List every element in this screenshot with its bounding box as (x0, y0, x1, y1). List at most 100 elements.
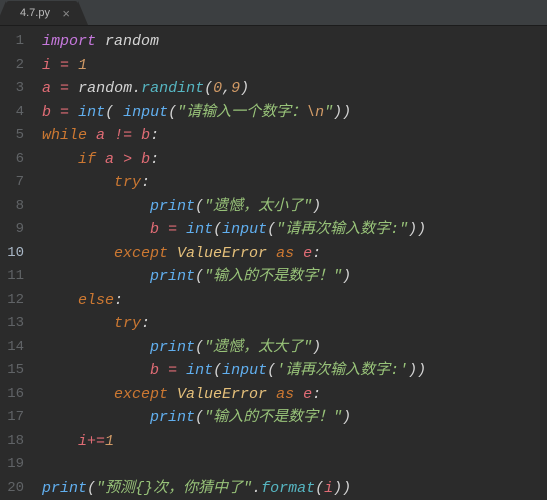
token-str: " (324, 104, 333, 121)
token-pun: : (150, 127, 159, 144)
token-pun: ( (195, 409, 204, 426)
token-str: '请再次输入数字:' (276, 362, 408, 379)
token-pun (42, 198, 150, 215)
token-opr: = (168, 362, 177, 379)
code-line[interactable]: b = int(input('请再次输入数字:')) (42, 359, 539, 383)
token-pun (42, 174, 114, 191)
token-pun: ) (240, 80, 249, 97)
token-pun (267, 245, 276, 262)
token-func: print (150, 198, 195, 215)
token-pun (42, 362, 150, 379)
code-line[interactable]: try: (42, 171, 539, 195)
code-line[interactable]: import random (42, 30, 539, 54)
token-pun (87, 127, 96, 144)
token-opr: > (123, 151, 132, 168)
code-line[interactable]: except ValueError as e: (42, 242, 539, 266)
token-var: b (150, 362, 159, 379)
token-var: a (42, 80, 51, 97)
code-line[interactable]: else: (42, 289, 539, 313)
token-pun (42, 409, 150, 426)
token-pun (42, 433, 78, 450)
token-num: 9 (231, 80, 240, 97)
token-str: "输入的不是数字！" (204, 409, 342, 426)
token-pun: : (141, 174, 150, 191)
token-str: "输入的不是数字！" (204, 268, 342, 285)
token-pun: . (252, 480, 261, 497)
code-line[interactable]: i = 1 (42, 54, 539, 78)
token-pun: ( (267, 221, 276, 238)
close-icon[interactable]: × (62, 6, 70, 21)
token-pun (96, 151, 105, 168)
file-tab[interactable]: 4.7.py × (6, 1, 78, 25)
token-func: print (150, 339, 195, 356)
token-kw: except (114, 245, 168, 262)
tab-bar: 4.7.py × (0, 0, 547, 26)
token-func: input (222, 362, 267, 379)
token-pun: )) (408, 221, 426, 238)
token-kwr: import (42, 33, 96, 50)
line-number: 11 (6, 265, 24, 289)
token-pun (159, 221, 168, 238)
code-line[interactable]: print("输入的不是数字！") (42, 406, 539, 430)
token-kw: as (276, 245, 294, 262)
token-kw: try (114, 174, 141, 191)
code-line[interactable]: try: (42, 312, 539, 336)
code-line[interactable]: print("遗憾，太大了") (42, 336, 539, 360)
token-pun (177, 362, 186, 379)
token-func: input (123, 104, 168, 121)
token-pun (294, 386, 303, 403)
code-line[interactable]: print("遗憾，太小了") (42, 195, 539, 219)
line-number: 10 (6, 242, 24, 266)
token-pun: ) (342, 268, 351, 285)
token-num: 1 (105, 433, 114, 450)
token-num: 1 (78, 57, 87, 74)
code-line[interactable]: i+=1 (42, 430, 539, 454)
token-pun (114, 151, 123, 168)
token-str: "遗憾，太大了" (204, 339, 312, 356)
code-line[interactable]: if a > b: (42, 148, 539, 172)
token-pun: ) (342, 409, 351, 426)
code-area[interactable]: import randomi = 1a = random.randint(0,9… (34, 26, 547, 500)
code-line[interactable]: b = int(input("请再次输入数字:")) (42, 218, 539, 242)
token-num: 0 (213, 80, 222, 97)
line-number: 12 (6, 289, 24, 313)
code-line[interactable]: print("输入的不是数字！") (42, 265, 539, 289)
token-cls: ValueError (177, 245, 267, 262)
token-func: print (150, 268, 195, 285)
code-line[interactable]: while a != b: (42, 124, 539, 148)
tab-filename: 4.7.py (20, 7, 50, 19)
token-kw: try (114, 315, 141, 332)
token-pun: )) (333, 104, 351, 121)
token-pun (168, 386, 177, 403)
token-kw: as (276, 386, 294, 403)
code-line[interactable] (42, 453, 539, 477)
line-number: 3 (6, 77, 24, 101)
token-pun (51, 104, 60, 121)
token-func: int (78, 104, 105, 121)
token-func: input (222, 221, 267, 238)
token-opr: += (87, 433, 105, 450)
token-pun (42, 151, 78, 168)
token-pun: ( (195, 268, 204, 285)
token-pun: ( (213, 362, 222, 379)
token-var: i (78, 433, 87, 450)
line-number: 6 (6, 148, 24, 172)
token-pun: )) (408, 362, 426, 379)
code-line[interactable]: print("预测{}次，你猜中了".format(i)) (42, 477, 539, 500)
code-line[interactable]: b = int( input("请输入一个数字：\n")) (42, 101, 539, 125)
token-pun (177, 221, 186, 238)
token-opr: = (60, 80, 69, 97)
token-name: random (78, 80, 132, 97)
token-name: random (105, 33, 159, 50)
line-number: 19 (6, 453, 24, 477)
code-line[interactable]: a = random.randint(0,9) (42, 77, 539, 101)
token-var: b (141, 127, 150, 144)
token-str: "请输入一个数字： (177, 104, 306, 121)
token-kw: if (78, 151, 96, 168)
token-pun: : (312, 386, 321, 403)
token-pun (267, 386, 276, 403)
code-line[interactable]: except ValueError as e: (42, 383, 539, 407)
line-number: 16 (6, 383, 24, 407)
token-pun (42, 315, 114, 332)
line-number: 18 (6, 430, 24, 454)
